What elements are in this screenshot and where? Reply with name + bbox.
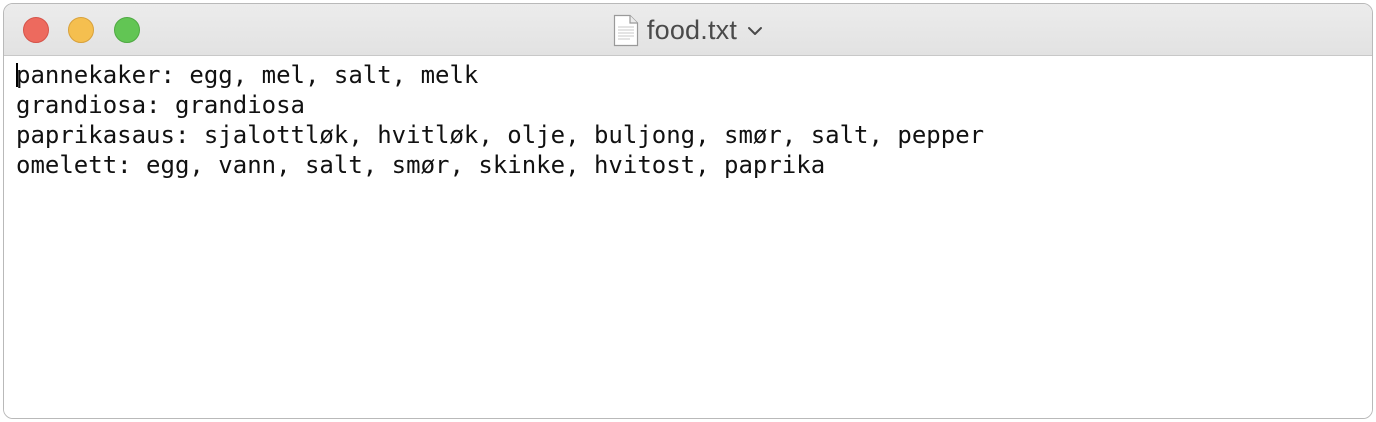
text-line[interactable]: omelett: egg, vann, salt, smør, skinke, …	[16, 150, 984, 180]
text-editor-window: food.txt pannekaker: egg, mel, salt, mel…	[3, 3, 1373, 419]
document-title-menu[interactable]: food.txt	[613, 14, 763, 47]
document-icon	[613, 14, 639, 46]
chevron-down-icon	[748, 27, 763, 35]
title-area: food.txt	[4, 4, 1372, 56]
title-bar[interactable]: food.txt	[4, 4, 1372, 56]
text-line[interactable]: pannekaker: egg, mel, salt, melk	[16, 60, 984, 90]
text-editor-area[interactable]: pannekaker: egg, mel, salt, melk grandio…	[4, 56, 1372, 418]
text-line[interactable]: paprikasaus: sjalottløk, hvitløk, olje, …	[16, 120, 984, 150]
text-line[interactable]: grandiosa: grandiosa	[16, 90, 984, 120]
window-title: food.txt	[646, 14, 738, 45]
text-content[interactable]: pannekaker: egg, mel, salt, melk grandio…	[16, 60, 984, 180]
